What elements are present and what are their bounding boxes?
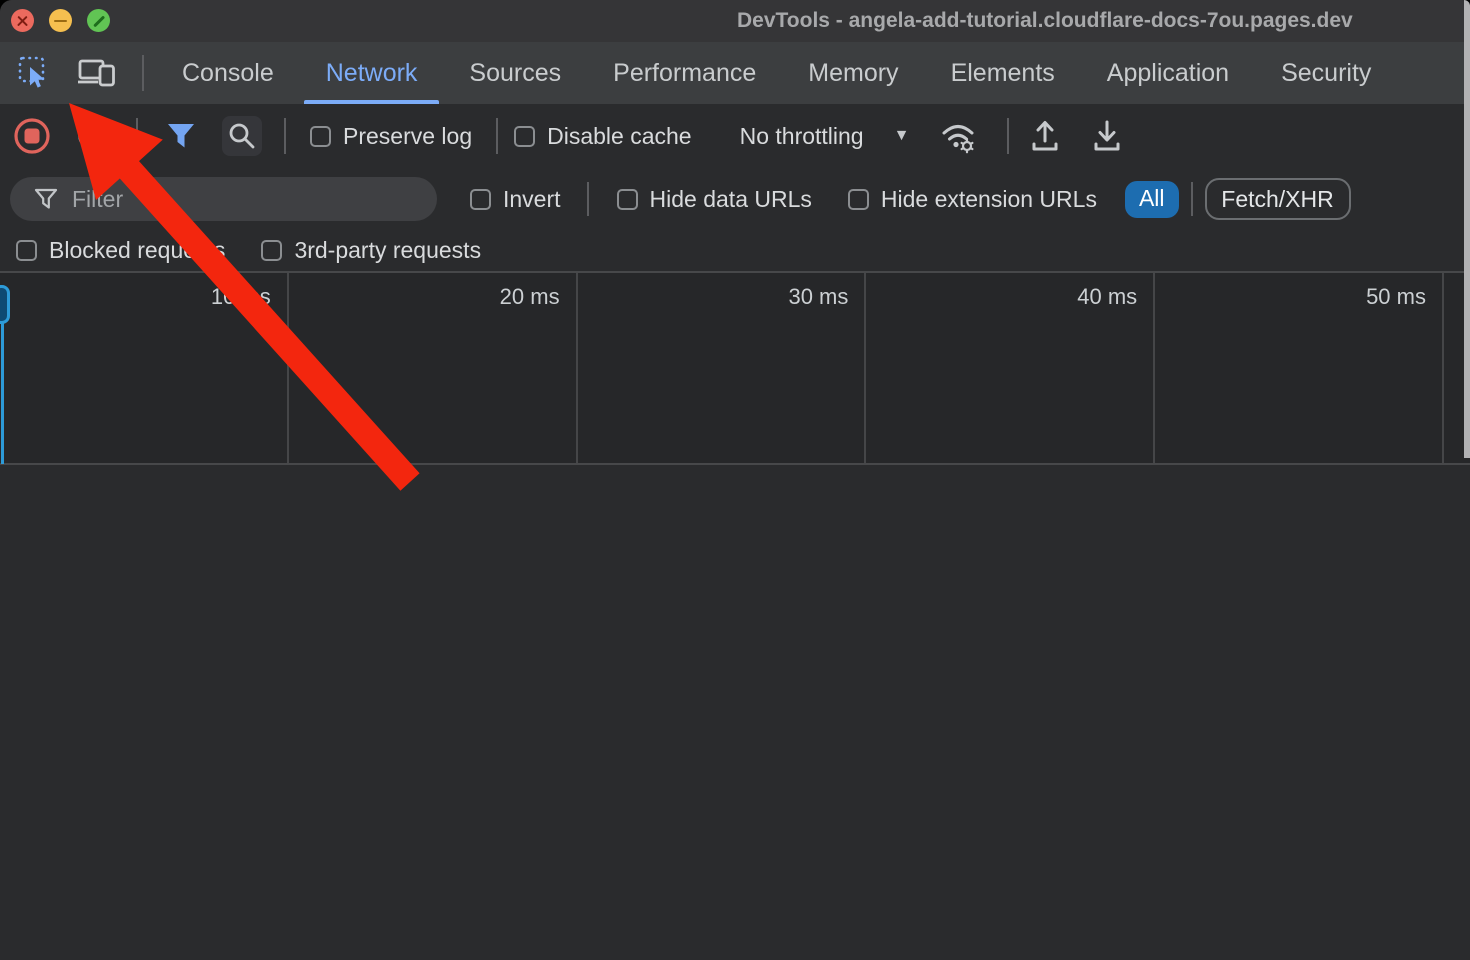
tabbar-separator xyxy=(142,55,144,91)
hide-data-urls-checkbox[interactable] xyxy=(617,189,638,210)
chevron-down-icon: ▼ xyxy=(894,127,910,145)
toggle-device-toolbar-button[interactable] xyxy=(76,54,118,92)
network-overview-timeline[interactable]: 10 ms 20 ms 30 ms 40 ms 50 ms xyxy=(0,271,1470,465)
upload-icon xyxy=(1029,118,1061,154)
close-icon xyxy=(11,9,34,32)
network-conditions-button[interactable] xyxy=(937,116,981,156)
preserve-log-checkbox[interactable] xyxy=(310,126,331,147)
zoom-window-button[interactable] xyxy=(87,9,110,32)
background-window-edge xyxy=(1464,0,1470,458)
title-bar: DevTools - angela-add-tutorial.cloudflar… xyxy=(0,0,1470,42)
timeline-segment: 30 ms xyxy=(578,273,867,463)
timeline-selection-edge xyxy=(1,321,4,464)
hide-extension-urls-checkbox[interactable] xyxy=(848,189,869,210)
tab-security[interactable]: Security xyxy=(1255,42,1397,104)
hide-extension-urls-label[interactable]: Hide extension URLs xyxy=(881,186,1097,213)
toolbar-separator xyxy=(496,118,498,154)
invert-label[interactable]: Invert xyxy=(503,186,561,213)
timeline-tick-label: 40 ms xyxy=(866,273,1153,310)
tab-performance[interactable]: Performance xyxy=(587,42,782,104)
tab-sources[interactable]: Sources xyxy=(443,42,587,104)
inspect-cursor-icon xyxy=(16,54,54,92)
tab-application[interactable]: Application xyxy=(1081,42,1255,104)
timeline-segment: 10 ms xyxy=(0,273,289,463)
filter-toggle-button[interactable] xyxy=(166,122,196,150)
disable-cache-checkbox[interactable] xyxy=(514,126,535,147)
clear-icon xyxy=(77,122,105,150)
third-party-requests-label[interactable]: 3rd-party requests xyxy=(294,237,481,264)
filter-input-container xyxy=(10,177,437,221)
import-har-button[interactable] xyxy=(1029,118,1061,154)
clear-network-log-button[interactable] xyxy=(77,122,105,150)
zoom-icon xyxy=(87,9,110,32)
disable-cache-label[interactable]: Disable cache xyxy=(547,123,691,150)
timeline-tick-label: 30 ms xyxy=(578,273,865,310)
search-network-button[interactable] xyxy=(222,116,262,156)
panel-tabs: Console Network Sources Performance Memo… xyxy=(156,42,1397,104)
close-window-button[interactable] xyxy=(11,9,34,32)
throttling-dropdown[interactable]: No throttling ▼ xyxy=(716,123,910,150)
tab-console[interactable]: Console xyxy=(156,42,300,104)
search-icon xyxy=(227,121,257,151)
minimize-icon xyxy=(49,9,72,32)
inspect-element-button[interactable] xyxy=(16,54,54,92)
timeline-segment: 50 ms xyxy=(1155,273,1444,463)
tab-memory[interactable]: Memory xyxy=(782,42,924,104)
more-filters-row: Blocked requests 3rd-party requests xyxy=(0,230,1470,271)
timeline-tick-label: 50 ms xyxy=(1155,273,1442,310)
tab-network[interactable]: Network xyxy=(300,42,444,104)
preserve-log-label[interactable]: Preserve log xyxy=(343,123,472,150)
hide-data-urls-label[interactable]: Hide data URLs xyxy=(650,186,812,213)
timeline-segment: 40 ms xyxy=(866,273,1155,463)
timeline-tick-label: 20 ms xyxy=(289,273,576,310)
timeline-segment: 20 ms xyxy=(289,273,578,463)
wifi-gear-icon xyxy=(937,116,981,156)
toolbar-separator xyxy=(284,118,286,154)
timeline-left-drag-handle[interactable] xyxy=(0,285,10,324)
window-title: DevTools - angela-add-tutorial.cloudflar… xyxy=(737,9,1353,33)
devtools-window: DevTools - angela-add-tutorial.cloudflar… xyxy=(0,0,1470,960)
toolbar-separator xyxy=(1007,118,1009,154)
filter-separator xyxy=(587,182,589,216)
third-party-requests-checkbox[interactable] xyxy=(261,240,282,261)
filter-funnel-outline-icon xyxy=(34,188,58,210)
filter-chip-fetch-xhr[interactable]: Fetch/XHR xyxy=(1205,178,1351,220)
network-toolbar: Preserve log Disable cache No throttling… xyxy=(0,104,1470,168)
devtools-tab-bar: Console Network Sources Performance Memo… xyxy=(0,42,1470,104)
timeline-tick-label: 10 ms xyxy=(0,273,287,310)
network-requests-panel: Recording network activity… Perform a re… xyxy=(0,467,1470,960)
toolbar-separator xyxy=(136,118,138,154)
filter-separator xyxy=(1191,182,1193,216)
device-toolbar-icon xyxy=(76,54,118,92)
filter-funnel-icon xyxy=(166,122,196,150)
invert-checkbox[interactable] xyxy=(470,189,491,210)
filter-input[interactable] xyxy=(72,186,437,213)
record-network-log-button[interactable] xyxy=(12,116,52,156)
tab-elements[interactable]: Elements xyxy=(925,42,1081,104)
record-icon xyxy=(12,116,52,156)
network-filter-bar: Invert Hide data URLs Hide extension URL… xyxy=(0,168,1470,230)
export-har-button[interactable] xyxy=(1091,118,1123,154)
blocked-requests-label[interactable]: Blocked requests xyxy=(49,237,225,264)
throttling-value: No throttling xyxy=(740,123,864,150)
download-icon xyxy=(1091,118,1123,154)
minimize-window-button[interactable] xyxy=(49,9,72,32)
blocked-requests-checkbox[interactable] xyxy=(16,240,37,261)
filter-chip-all[interactable]: All xyxy=(1125,181,1179,218)
